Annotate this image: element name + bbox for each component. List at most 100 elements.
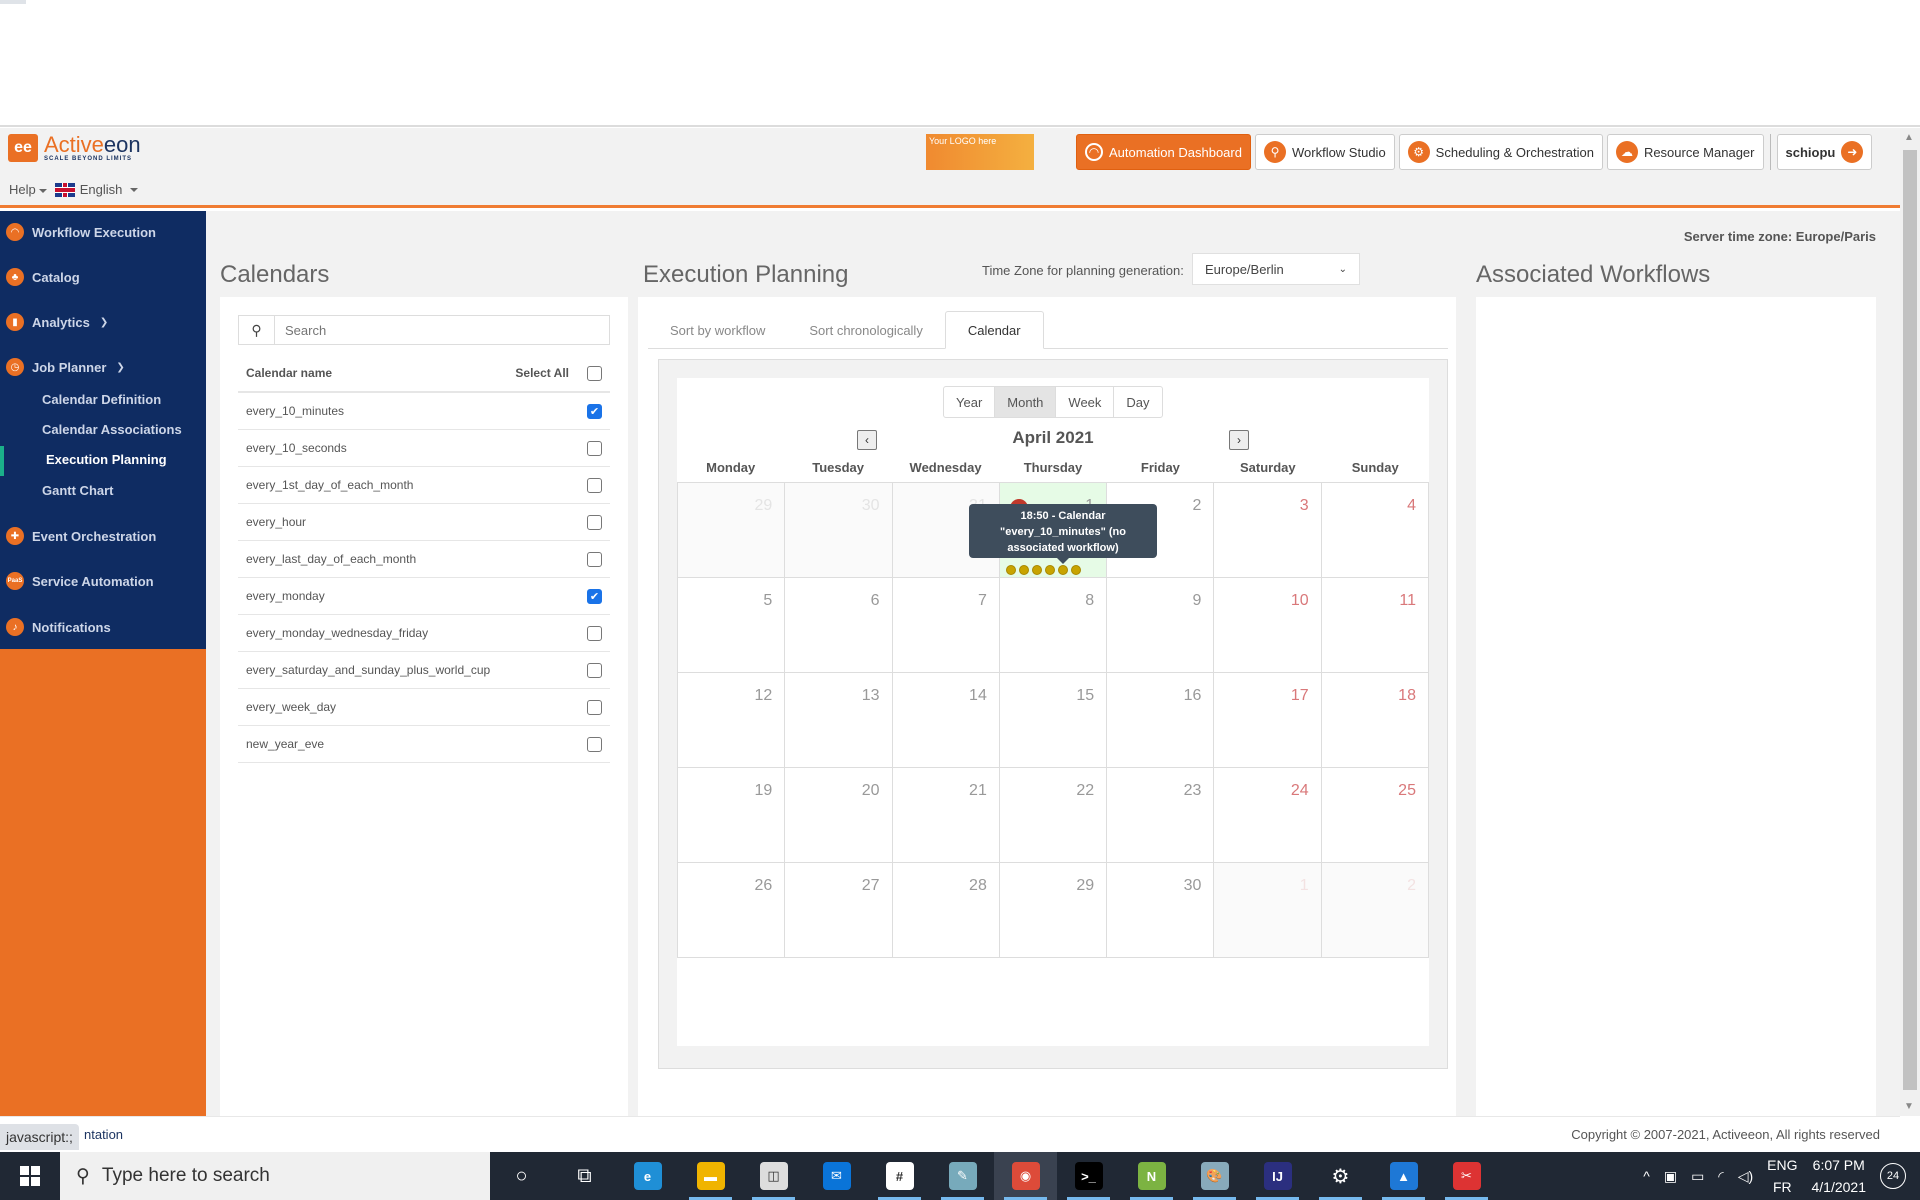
calendar-day[interactable]: 1: [1214, 863, 1322, 958]
calendar-day[interactable]: 9: [1107, 578, 1215, 673]
clock[interactable]: 6:07 PM 4/1/2021: [1812, 1154, 1867, 1198]
taskbar-app[interactable]: >_: [1057, 1152, 1120, 1200]
sidebar-item-catalog[interactable]: ♣ Catalog: [6, 268, 80, 286]
documentation-link[interactable]: ntation: [84, 1127, 123, 1142]
tab-sort-by-workflow[interactable]: Sort by workflow: [648, 311, 787, 349]
nav-resource-manager[interactable]: ☁ Resource Manager: [1606, 134, 1764, 170]
nav-scheduling-orchestration[interactable]: ⚙ Scheduling & Orchestration: [1398, 134, 1603, 170]
event-dot[interactable]: [1044, 565, 1055, 575]
timezone-select[interactable]: Europe/Berlin ⌄: [1192, 253, 1360, 285]
calendar-day[interactable]: 18: [1321, 673, 1429, 768]
taskbar-app[interactable]: N: [1120, 1152, 1183, 1200]
taskbar-app[interactable]: ○: [490, 1152, 553, 1200]
taskbar-app[interactable]: ◉: [994, 1152, 1057, 1200]
volume-icon[interactable]: ◁): [1738, 1168, 1753, 1185]
calendar-day[interactable]: 2: [1321, 863, 1429, 958]
view-day-button[interactable]: Day: [1114, 387, 1161, 417]
event-dot[interactable]: [1031, 565, 1042, 575]
sidebar-sub-gantt-chart[interactable]: Gantt Chart: [42, 483, 114, 498]
tab-sort-chronologically[interactable]: Sort chronologically: [787, 311, 944, 349]
calendar-day[interactable]: 29: [999, 863, 1108, 958]
calendar-checkbox[interactable]: [587, 625, 602, 641]
sidebar-item-notifications[interactable]: ♪ Notifications: [6, 618, 111, 636]
calendar-day[interactable]: 28: [892, 863, 1000, 958]
taskbar-app[interactable]: ▲: [1372, 1152, 1435, 1200]
taskbar-app[interactable]: #: [868, 1152, 931, 1200]
calendar-checkbox[interactable]: [587, 514, 602, 530]
calendar-checkbox[interactable]: [587, 440, 602, 456]
tab-calendar[interactable]: Calendar: [944, 311, 1044, 349]
user-logout-button[interactable]: schiopu ➜: [1776, 134, 1873, 170]
camera-icon[interactable]: ▣: [1664, 1168, 1677, 1185]
taskbar-app[interactable]: e: [616, 1152, 679, 1200]
calendar-day[interactable]: 20: [785, 768, 893, 863]
sidebar-item-service-automation[interactable]: PaaS Service Automation: [6, 572, 154, 590]
calendar-day[interactable]: 11: [1321, 578, 1429, 673]
sidebar-item-workflow-execution[interactable]: ◠ Workflow Execution: [6, 223, 156, 241]
calendar-day[interactable]: 29: [678, 483, 786, 578]
calendar-day[interactable]: 13: [785, 673, 893, 768]
calendar-day[interactable]: 23: [1107, 768, 1215, 863]
calendar-day[interactable]: 25: [1321, 768, 1429, 863]
taskbar-app[interactable]: 🎨: [1183, 1152, 1246, 1200]
page-scrollbar[interactable]: ▲ ▼: [1900, 128, 1920, 1116]
taskbar-app[interactable]: ✎: [931, 1152, 994, 1200]
sidebar-sub-calendar-definition[interactable]: Calendar Definition: [42, 392, 161, 407]
start-button[interactable]: [0, 1152, 60, 1200]
event-dot[interactable]: [1018, 565, 1029, 575]
language-menu[interactable]: English: [54, 182, 139, 197]
calendar-checkbox[interactable]: ✔: [587, 588, 602, 604]
taskbar-app[interactable]: ⚙: [1309, 1152, 1372, 1200]
calendar-day[interactable]: 21: [892, 768, 1000, 863]
calendar-day[interactable]: 14: [892, 673, 1000, 768]
calendar-day[interactable]: 8: [999, 578, 1108, 673]
sidebar-sub-execution-planning[interactable]: Execution Planning: [46, 452, 167, 467]
calendar-checkbox[interactable]: ✔: [587, 403, 602, 419]
calendar-day[interactable]: 15: [999, 673, 1108, 768]
taskbar-app[interactable]: ⧉: [553, 1152, 616, 1200]
view-week-button[interactable]: Week: [1056, 387, 1115, 417]
chevron-up-icon[interactable]: ^: [1643, 1168, 1650, 1184]
wifi-icon[interactable]: ◜: [1718, 1168, 1723, 1185]
scrollbar-thumb[interactable]: [1903, 150, 1917, 1090]
view-year-button[interactable]: Year: [944, 387, 996, 417]
language-indicator[interactable]: ENG FR: [1767, 1154, 1797, 1198]
battery-icon[interactable]: ▭: [1691, 1168, 1704, 1185]
calendar-day[interactable]: 17: [1214, 673, 1322, 768]
calendar-day[interactable]: 3: [1214, 483, 1322, 578]
next-month-button[interactable]: ›: [1229, 430, 1249, 450]
calendar-day[interactable]: 5: [678, 578, 786, 673]
scroll-down-icon[interactable]: ▼: [1904, 1101, 1914, 1112]
calendar-day[interactable]: 16: [1107, 673, 1215, 768]
taskbar-app[interactable]: ✂: [1435, 1152, 1498, 1200]
calendar-day[interactable]: 26: [678, 863, 786, 958]
nav-automation-dashboard[interactable]: ◠ Automation Dashboard: [1076, 134, 1251, 170]
sidebar-item-analytics[interactable]: ▮ Analytics ❯: [6, 313, 108, 331]
event-dot[interactable]: [1005, 565, 1016, 575]
calendar-day[interactable]: 12: [678, 673, 786, 768]
event-dot[interactable]: [1070, 565, 1081, 575]
calendar-day[interactable]: 10: [1214, 578, 1322, 673]
calendar-search-input[interactable]: [275, 316, 609, 344]
sidebar-item-job-planner[interactable]: ◷ Job Planner ❯: [6, 358, 125, 376]
calendar-checkbox[interactable]: [587, 477, 602, 493]
event-dot[interactable]: [1057, 565, 1068, 575]
scroll-up-icon[interactable]: ▲: [1904, 132, 1914, 143]
calendar-checkbox[interactable]: [587, 699, 602, 715]
calendar-day[interactable]: 27: [785, 863, 893, 958]
calendar-checkbox[interactable]: [587, 736, 602, 752]
calendar-day[interactable]: 19: [678, 768, 786, 863]
taskbar-search[interactable]: ⚲ Type here to search: [60, 1152, 490, 1200]
calendar-day[interactable]: 22: [999, 768, 1108, 863]
calendar-day[interactable]: 30: [1107, 863, 1215, 958]
calendar-day[interactable]: 4: [1321, 483, 1429, 578]
view-month-button[interactable]: Month: [995, 387, 1057, 417]
taskbar-app[interactable]: ◫: [742, 1152, 805, 1200]
calendar-day[interactable]: 6: [785, 578, 893, 673]
calendar-checkbox[interactable]: [587, 551, 602, 567]
calendar-day[interactable]: 24: [1214, 768, 1322, 863]
activeeon-logo[interactable]: ee Activeeon SCALE BEYOND LIMITS: [8, 134, 141, 162]
calendar-day[interactable]: 7: [892, 578, 1000, 673]
search-icon[interactable]: ⚲: [239, 316, 275, 344]
help-menu[interactable]: Help: [9, 182, 47, 197]
